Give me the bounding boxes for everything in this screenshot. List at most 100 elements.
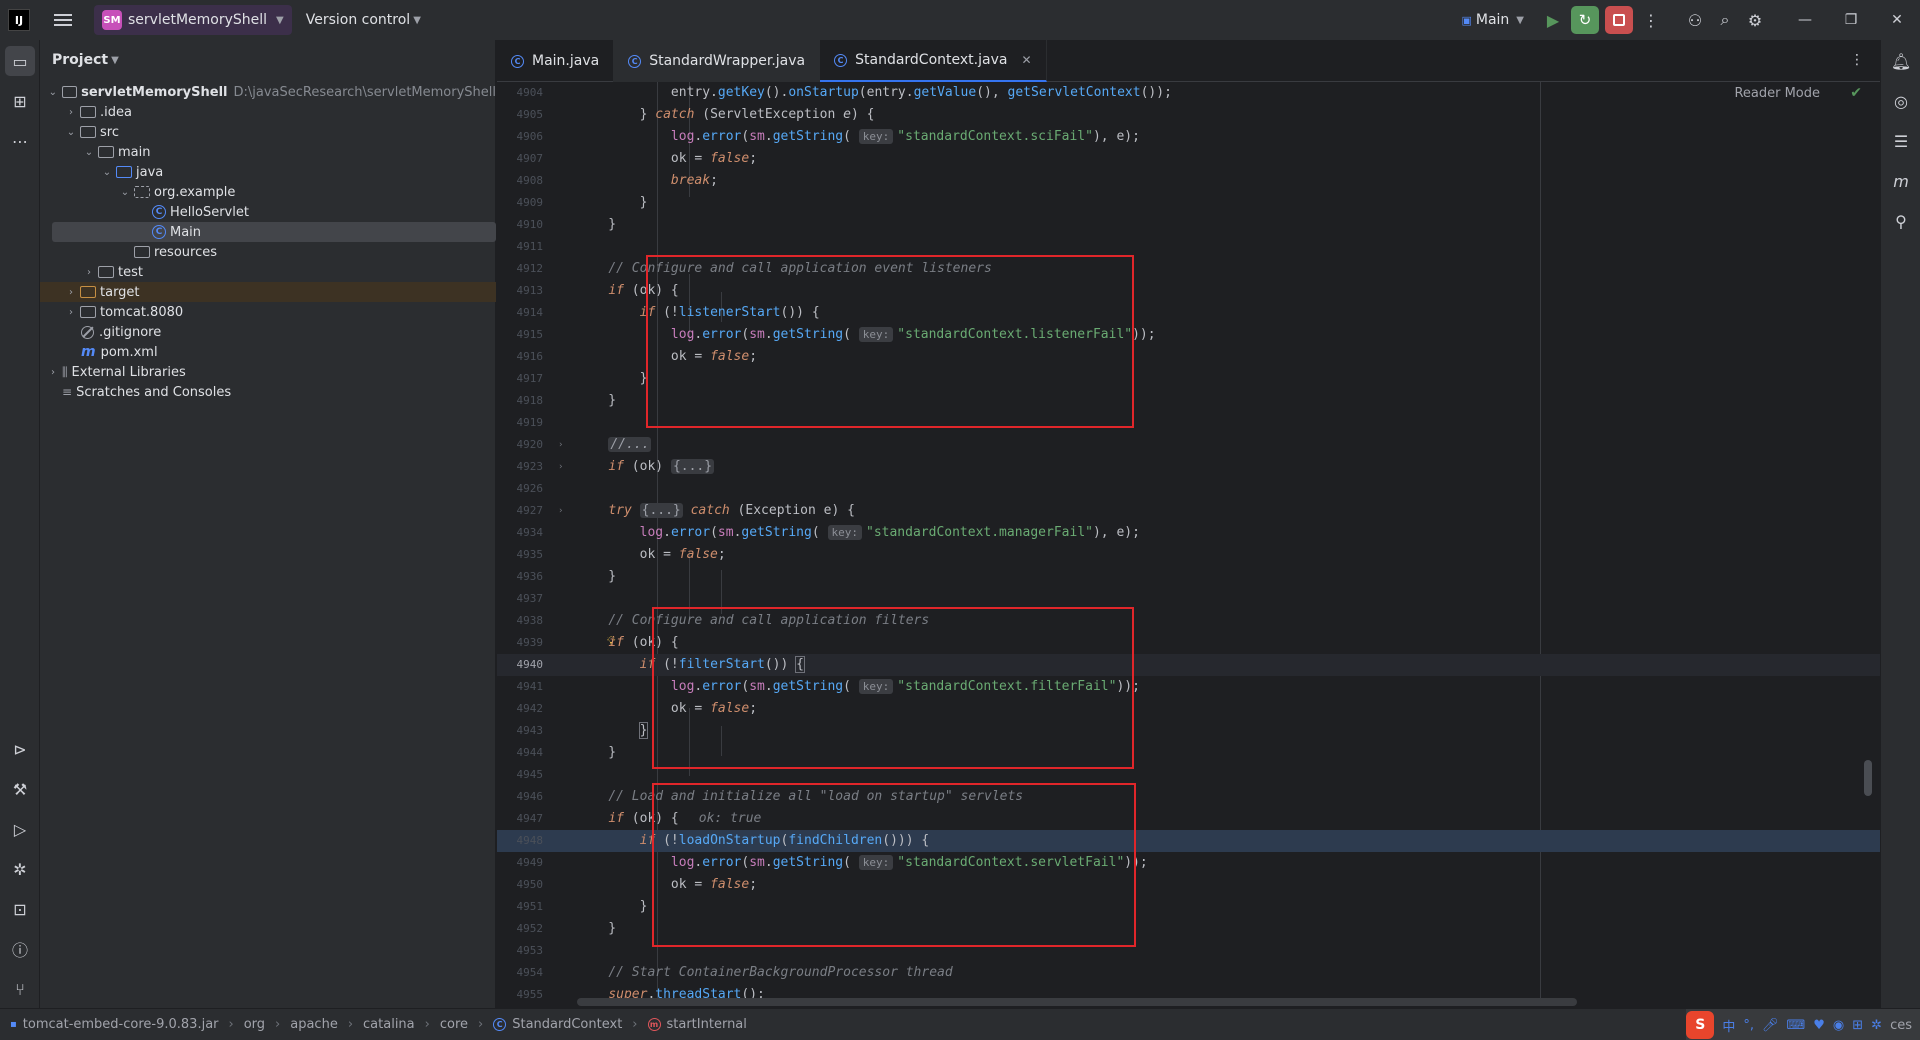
tree-item-label: resources [154,244,218,260]
collapse-arrow-icon[interactable]: › [64,107,78,118]
tab-actions-icon[interactable]: ⋮ [1850,52,1864,68]
tree-item-main-class[interactable]: C Main [52,222,496,242]
more-tools-icon[interactable]: ⋯ [5,126,35,156]
fold-arrow-icon[interactable]: › [559,500,563,522]
breadcrumb-item[interactable]: StandardContext [512,1017,622,1032]
expand-arrow-icon[interactable]: ⌄ [82,147,96,158]
tab-standardcontext-java[interactable]: C StandardContext.java ✕ [820,40,1047,82]
vertical-scrollbar[interactable] [1864,760,1872,796]
project-panel-header[interactable]: Project ▼ [40,40,495,80]
breadcrumb-item[interactable]: core [440,1017,468,1032]
expand-arrow-icon[interactable]: ⌄ [64,127,78,138]
code-line: 4926 [516,482,544,495]
database-icon[interactable]: ☰ [1886,126,1916,156]
toolbox-icon[interactable]: ⊞ [1852,1018,1863,1033]
tree-item-idea[interactable]: › .idea [40,102,496,122]
title-bar: IJ SM servletMemoryShell ▼ Version contr… [0,0,1920,40]
code-line: 4908 break; [516,173,718,188]
code-editor[interactable]: Reader Mode ✔ 4904 entry.getKey().onStar… [497,82,1880,1006]
minimize-window-icon[interactable]: — [1782,0,1828,40]
horizontal-scrollbar[interactable] [577,998,1577,1006]
tree-item-path: D:\javaSecResearch\servletMemoryShell [233,84,496,100]
debug-bug-icon[interactable]: ✲ [5,854,35,884]
tree-item-java[interactable]: ⌄ java [40,162,496,182]
build-hammer-icon[interactable]: ⚒ [5,774,35,804]
tab-main-java[interactable]: C Main.java [497,40,615,82]
tree-item-label: .idea [100,104,132,120]
resume-icon[interactable]: ▶ [1538,5,1568,35]
search-icon[interactable]: ⌕ [1710,5,1740,35]
tree-item-tomcat[interactable]: › tomcat.8080 [40,302,496,322]
maven-icon[interactable]: m [1886,166,1916,196]
code-line: 4920 › //... [497,434,1880,456]
skin-icon[interactable]: ♥ [1813,1018,1825,1033]
project-selector[interactable]: SM servletMemoryShell ▼ [94,5,292,35]
tree-item-resources[interactable]: resources [40,242,496,262]
tree-item-pom[interactable]: m pom.xml [40,342,496,362]
tree-item-scratches[interactable]: ≡ Scratches and Consoles [40,382,496,402]
excluded-folder-icon [80,286,96,298]
structure-icon[interactable]: ⊞ [5,86,35,116]
version-control-menu[interactable]: Version control ▼ [306,12,421,28]
editor-tabs: C Main.java C StandardWrapper.java C Sta… [497,40,1880,82]
problems-icon[interactable]: ⓘ [5,934,35,964]
breadcrumb-item[interactable]: apache [290,1017,338,1032]
rerun-debug-icon[interactable]: ↻ [1571,6,1599,34]
tree-item-helloservlet[interactable]: C HelloServlet [40,202,496,222]
expand-arrow-icon[interactable]: ⌄ [100,167,114,178]
collapse-arrow-icon[interactable]: › [46,367,60,378]
collapse-arrow-icon[interactable]: › [82,267,96,278]
expand-arrow-icon[interactable]: ⌄ [46,87,60,98]
tree-item-test[interactable]: › test [40,262,496,282]
code-line: 4910 } [516,217,617,232]
settings-icon[interactable]: ✲ [1871,1018,1882,1033]
collapse-arrow-icon[interactable]: › [64,307,78,318]
main-menu-icon[interactable] [54,14,72,26]
ai-assistant-icon[interactable]: ◎ [1886,86,1916,116]
tree-item-main[interactable]: ⌄ main [40,142,496,162]
close-window-icon[interactable]: ✕ [1874,0,1920,40]
tree-item-target[interactable]: › target [40,282,496,302]
breadcrumb-separator-icon: › [347,1017,354,1032]
tab-label: StandardContext.java [855,52,1008,68]
restore-window-icon[interactable]: ❐ [1828,0,1874,40]
git-branch-icon[interactable]: ⑂ [5,974,35,1004]
notifications-bell-icon[interactable]: 🔔︎ [1886,46,1916,76]
game-icon[interactable]: ◉ [1833,1018,1844,1033]
punctuation-icon[interactable]: °, [1743,1018,1754,1033]
tab-label: Main.java [532,53,600,69]
breadcrumb-item[interactable]: catalina [363,1017,415,1032]
tree-item-org-example[interactable]: ⌄ org.example [40,182,496,202]
structure-tree-icon[interactable]: ⚲ [1886,206,1916,236]
breadcrumb-item[interactable]: org [244,1017,265,1032]
close-tab-icon[interactable]: ✕ [1021,53,1031,67]
expand-arrow-icon[interactable]: ⌄ [118,187,132,198]
tab-standardwrapper-java[interactable]: C StandardWrapper.java [614,40,821,82]
fold-arrow-icon[interactable]: › [559,434,563,456]
breadcrumb-item[interactable]: tomcat-embed-core-9.0.83.jar [23,1017,219,1032]
stop-button[interactable] [1605,6,1633,34]
terminal-icon[interactable]: ⊡ [5,894,35,924]
more-actions-icon[interactable]: ⋮ [1636,5,1666,35]
tree-item-src[interactable]: ⌄ src [40,122,496,142]
chinese-mode-icon[interactable]: 中 [1722,1016,1735,1035]
run-icon[interactable]: ▷ [5,814,35,844]
tree-item-external-libraries[interactable]: › ⫼ External Libraries [40,362,496,382]
services-icon[interactable]: ⊳ [5,734,35,764]
settings-gear-icon[interactable]: ⚙ [1740,5,1770,35]
code-line: 4909 } [516,195,648,210]
breadcrumb-item[interactable]: startInternal [667,1017,747,1032]
input-method-logo-icon[interactable]: S [1686,1011,1715,1039]
run-config-selector[interactable]: ▣ Main ▼ [1461,12,1524,28]
add-user-icon[interactable]: ⚇ [1680,5,1710,35]
keyboard-icon[interactable]: ⌨ [1787,1018,1806,1033]
tree-item-gitignore[interactable]: .gitignore [40,322,496,342]
project-folder-icon[interactable]: ▭ [5,46,35,76]
project-name: servletMemoryShell [128,12,268,28]
tree-item-root[interactable]: ⌄ servletMemoryShell D:\javaSecResearch\… [40,82,496,102]
microphone-icon[interactable]: 🎤︎ [1762,1018,1779,1033]
intellij-logo-icon[interactable]: IJ [8,9,30,31]
fold-arrow-icon[interactable]: › [559,456,563,478]
code-line: 4954 // Start ContainerBackgroundProcess… [516,965,953,980]
collapse-arrow-icon[interactable]: › [64,287,78,298]
